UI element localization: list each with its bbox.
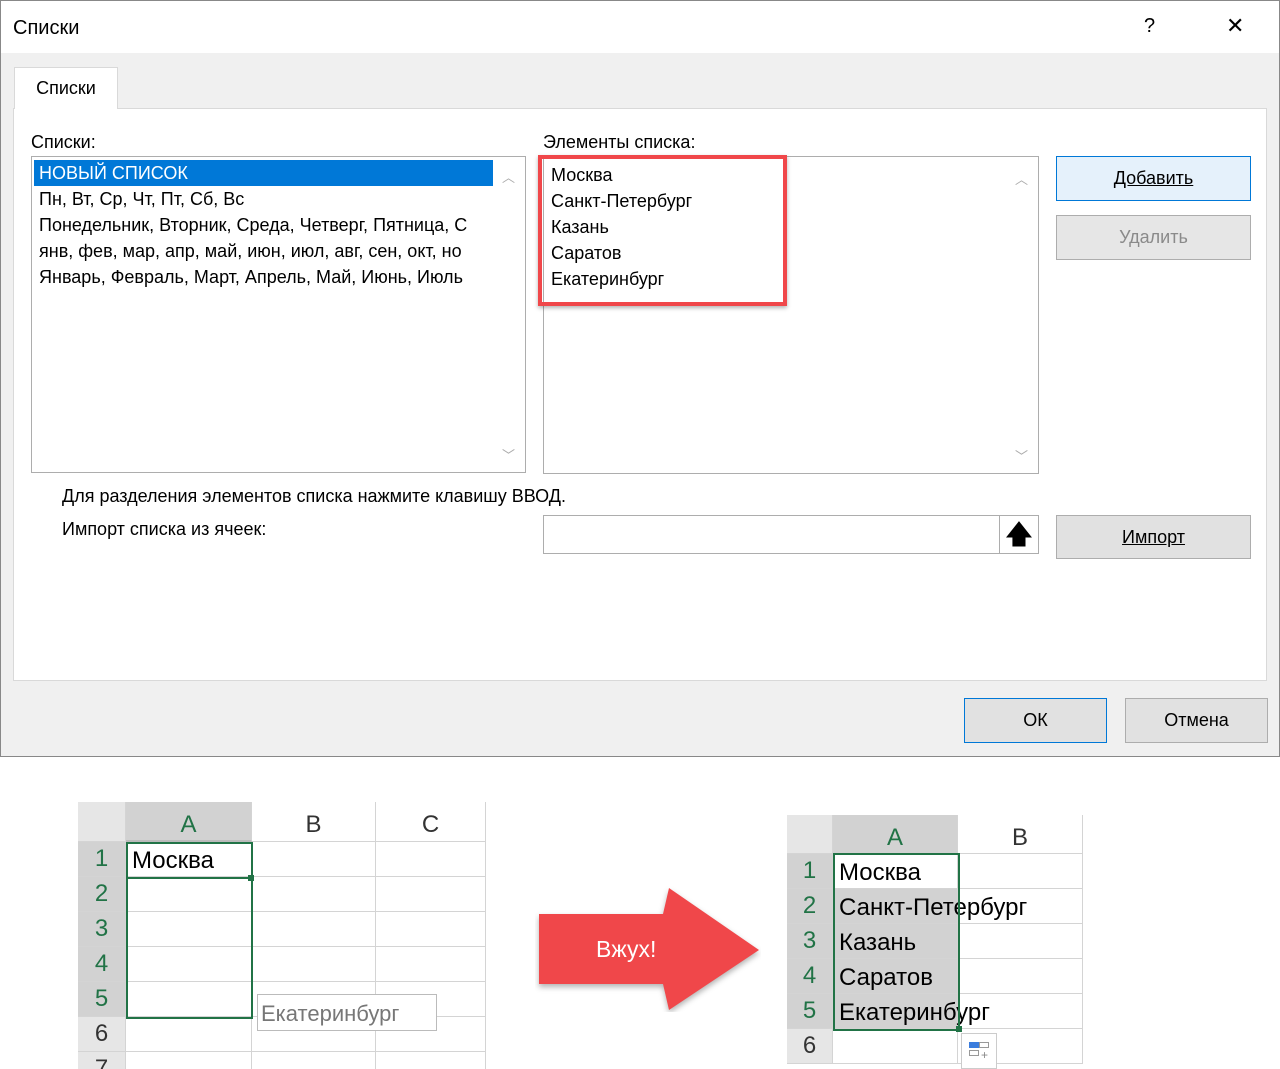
dialog-title: Списки bbox=[13, 17, 80, 39]
row-header[interactable]: 4 bbox=[787, 959, 833, 994]
select-all-corner[interactable] bbox=[78, 802, 126, 842]
cell[interactable] bbox=[376, 842, 486, 877]
column-header[interactable]: C bbox=[376, 802, 486, 842]
cell[interactable] bbox=[958, 924, 1083, 959]
row-header[interactable]: 6 bbox=[78, 1017, 126, 1052]
autofill-options-icon[interactable]: + bbox=[961, 1033, 997, 1069]
cell[interactable] bbox=[252, 1052, 376, 1069]
row-header[interactable]: 3 bbox=[78, 912, 126, 947]
cell[interactable] bbox=[376, 912, 486, 947]
tab-lists[interactable]: Списки bbox=[14, 67, 118, 109]
cell[interactable] bbox=[376, 1052, 486, 1069]
cell[interactable] bbox=[252, 842, 376, 877]
active-cell bbox=[126, 842, 253, 879]
title-bar: Списки ? ✕ bbox=[1, 1, 1279, 53]
collapse-dialog-arrow-icon[interactable]: 🡅 bbox=[999, 516, 1038, 553]
cell[interactable] bbox=[252, 877, 376, 912]
list-item[interactable]: НОВЫЙ СПИСОК bbox=[34, 160, 493, 186]
spreadsheet-before: A B C 1234567 Москва Екатеринбург bbox=[78, 802, 486, 1069]
row-header[interactable]: 6 bbox=[787, 1029, 833, 1064]
row-header[interactable]: 1 bbox=[78, 842, 126, 877]
help-button[interactable]: ? bbox=[1144, 15, 1155, 38]
lists-label: Списки: bbox=[31, 132, 96, 152]
highlight-box bbox=[538, 155, 787, 306]
cell[interactable] bbox=[376, 947, 486, 982]
fill-handle[interactable] bbox=[248, 875, 254, 881]
row-header[interactable]: 1 bbox=[787, 854, 833, 889]
import-label: Импорт списка из ячеек: bbox=[62, 519, 267, 539]
cell[interactable] bbox=[833, 1029, 958, 1064]
row-header[interactable]: 3 bbox=[787, 924, 833, 959]
autofill-tooltip: Екатеринбург bbox=[257, 994, 437, 1031]
row-header[interactable]: 2 bbox=[787, 889, 833, 924]
ok-button[interactable]: ОК bbox=[964, 698, 1107, 743]
list-item[interactable]: янв, фев, мар, апр, май, июн, июл, авг, … bbox=[34, 238, 493, 264]
column-header[interactable]: A bbox=[126, 802, 252, 842]
scroll-up-icon[interactable]: ︿ bbox=[1015, 169, 1028, 188]
cell[interactable] bbox=[958, 854, 1083, 889]
column-header[interactable]: B bbox=[252, 802, 376, 842]
row-header[interactable]: 2 bbox=[78, 877, 126, 912]
spreadsheet-after: A B 1 Москва 2 Санкт-Петербург 3 Казань 4 Сарат… bbox=[787, 815, 1131, 1069]
lists-listbox[interactable]: НОВЫЙ СПИСОК Пн, Вт, Ср, Чт, Пт, Сб, Вс … bbox=[31, 156, 526, 473]
close-icon[interactable]: ✕ bbox=[1226, 13, 1244, 39]
elements-label: Элементы списка: bbox=[543, 132, 696, 152]
arrow-label: Вжух! bbox=[596, 936, 657, 962]
scroll-up-icon[interactable]: ︿ bbox=[502, 167, 515, 186]
hint-text: Для разделения элементов списка нажмите … bbox=[62, 486, 566, 506]
cell[interactable] bbox=[958, 959, 1083, 994]
list-item[interactable]: Понедельник, Вторник, Среда, Четверг, Пя… bbox=[34, 212, 493, 238]
cell[interactable] bbox=[376, 877, 486, 912]
cell[interactable] bbox=[252, 912, 376, 947]
scroll-down-icon[interactable]: ﹀ bbox=[502, 445, 515, 464]
row-header[interactable]: 7 bbox=[78, 1052, 126, 1069]
delete-button[interactable]: Удалить bbox=[1056, 215, 1251, 260]
add-button[interactable]: Добавить bbox=[1056, 156, 1251, 201]
import-button[interactable]: Импорт bbox=[1056, 515, 1251, 559]
cell[interactable] bbox=[252, 947, 376, 982]
row-header[interactable]: 4 bbox=[78, 947, 126, 982]
lists-dialog: Списки ? ✕ Списки Списки: Элементы списк… bbox=[0, 0, 1280, 757]
import-range-input[interactable] bbox=[543, 515, 1039, 554]
row-header[interactable]: 5 bbox=[78, 982, 126, 1017]
scroll-down-icon[interactable]: ﹀ bbox=[1015, 446, 1028, 465]
column-header[interactable]: B bbox=[958, 815, 1083, 854]
row-header[interactable]: 5 bbox=[787, 994, 833, 1029]
select-all-corner[interactable] bbox=[787, 815, 833, 854]
cell[interactable] bbox=[126, 1052, 252, 1069]
list-item[interactable]: Пн, Вт, Ср, Чт, Пт, Сб, Вс bbox=[34, 186, 493, 212]
cancel-button[interactable]: Отмена bbox=[1125, 698, 1268, 743]
fill-handle[interactable] bbox=[956, 1026, 962, 1032]
column-header[interactable]: A bbox=[833, 815, 958, 854]
selection-range bbox=[833, 853, 960, 1031]
cell[interactable] bbox=[126, 1017, 252, 1052]
list-item[interactable]: Январь, Февраль, Март, Апрель, Май, Июнь… bbox=[34, 264, 493, 290]
